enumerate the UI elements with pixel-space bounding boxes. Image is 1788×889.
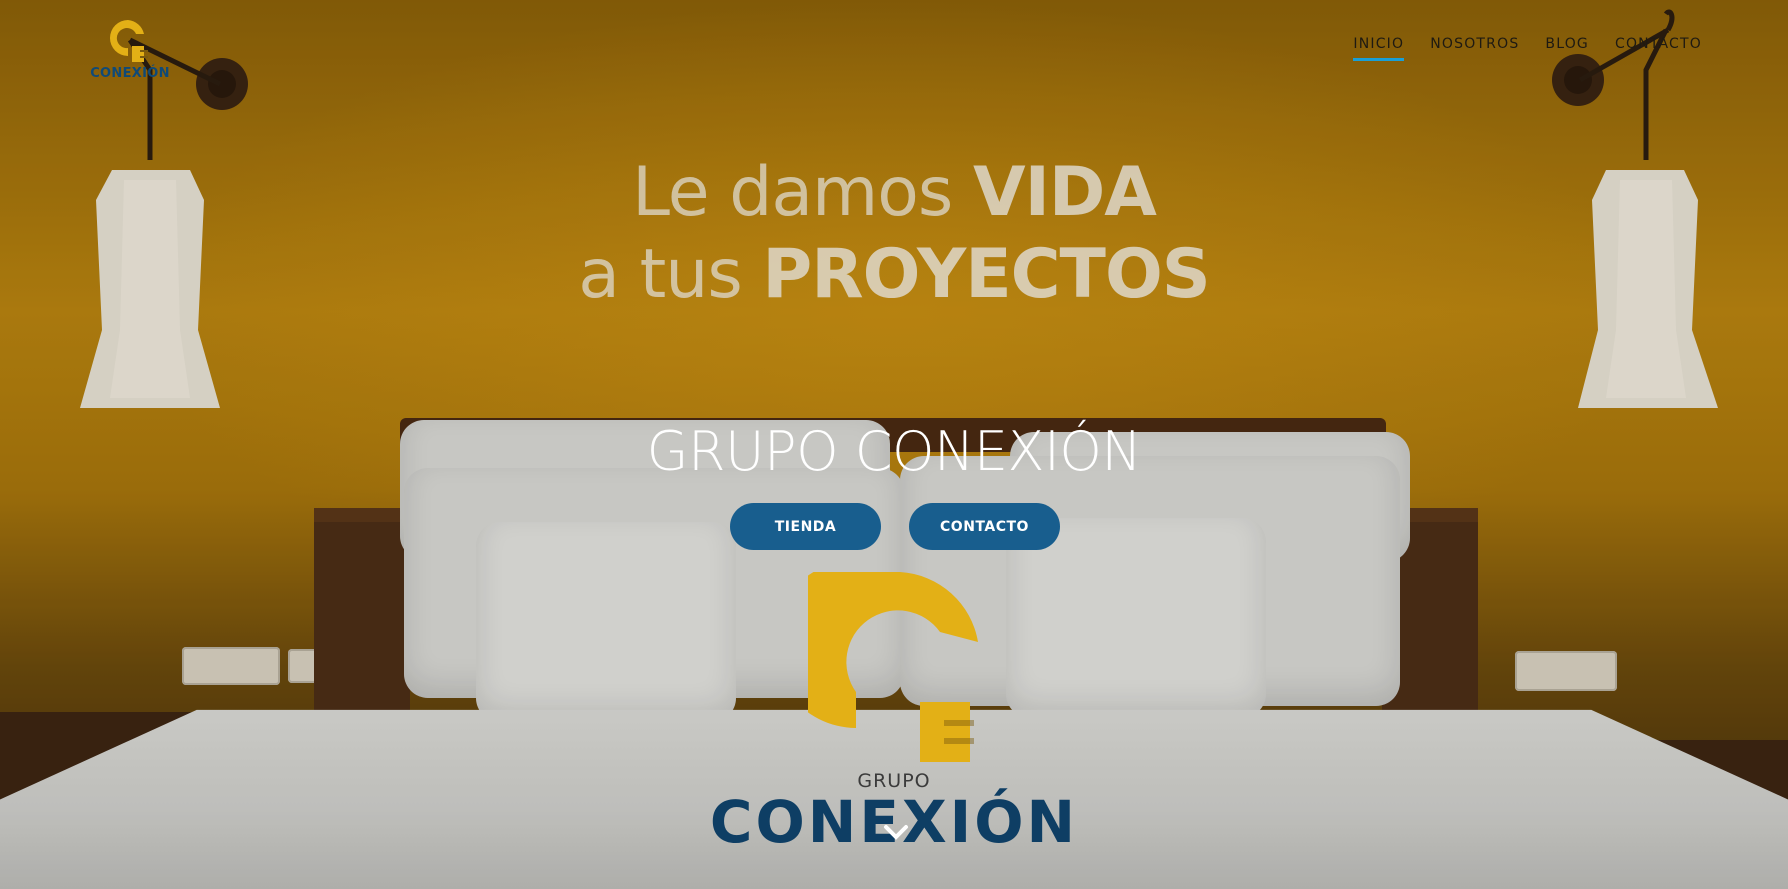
headline-line-1: Le damos VIDA [632, 153, 1157, 232]
contacto-button[interactable]: CONTACTO [909, 503, 1060, 550]
nav-item-nosotros[interactable]: NOSOTROS [1430, 36, 1519, 61]
nav-item-contacto[interactable]: CONTACTO [1615, 36, 1702, 61]
main-nav: INICIO NOSOTROS BLOG CONTACTO [1353, 36, 1702, 61]
grupo-conexion-logo-icon [808, 572, 978, 762]
headline-line-2: a tus PROYECTOS [578, 235, 1210, 314]
logo-wordmark[interactable]: CONEXIÓN [88, 66, 172, 81]
tienda-button[interactable]: TIENDA [730, 503, 881, 550]
nav-item-inicio[interactable]: INICIO [1353, 36, 1405, 61]
hero-buttons: TIENDA CONTACTO [730, 503, 1060, 550]
chevron-down-icon[interactable] [882, 822, 910, 842]
hero-title: GRUPO CONEXIÓN [646, 420, 1142, 483]
nav-item-blog[interactable]: BLOG [1545, 36, 1589, 61]
hero-headline: Le damos VIDA a tus PROYECTOS [0, 152, 1788, 316]
